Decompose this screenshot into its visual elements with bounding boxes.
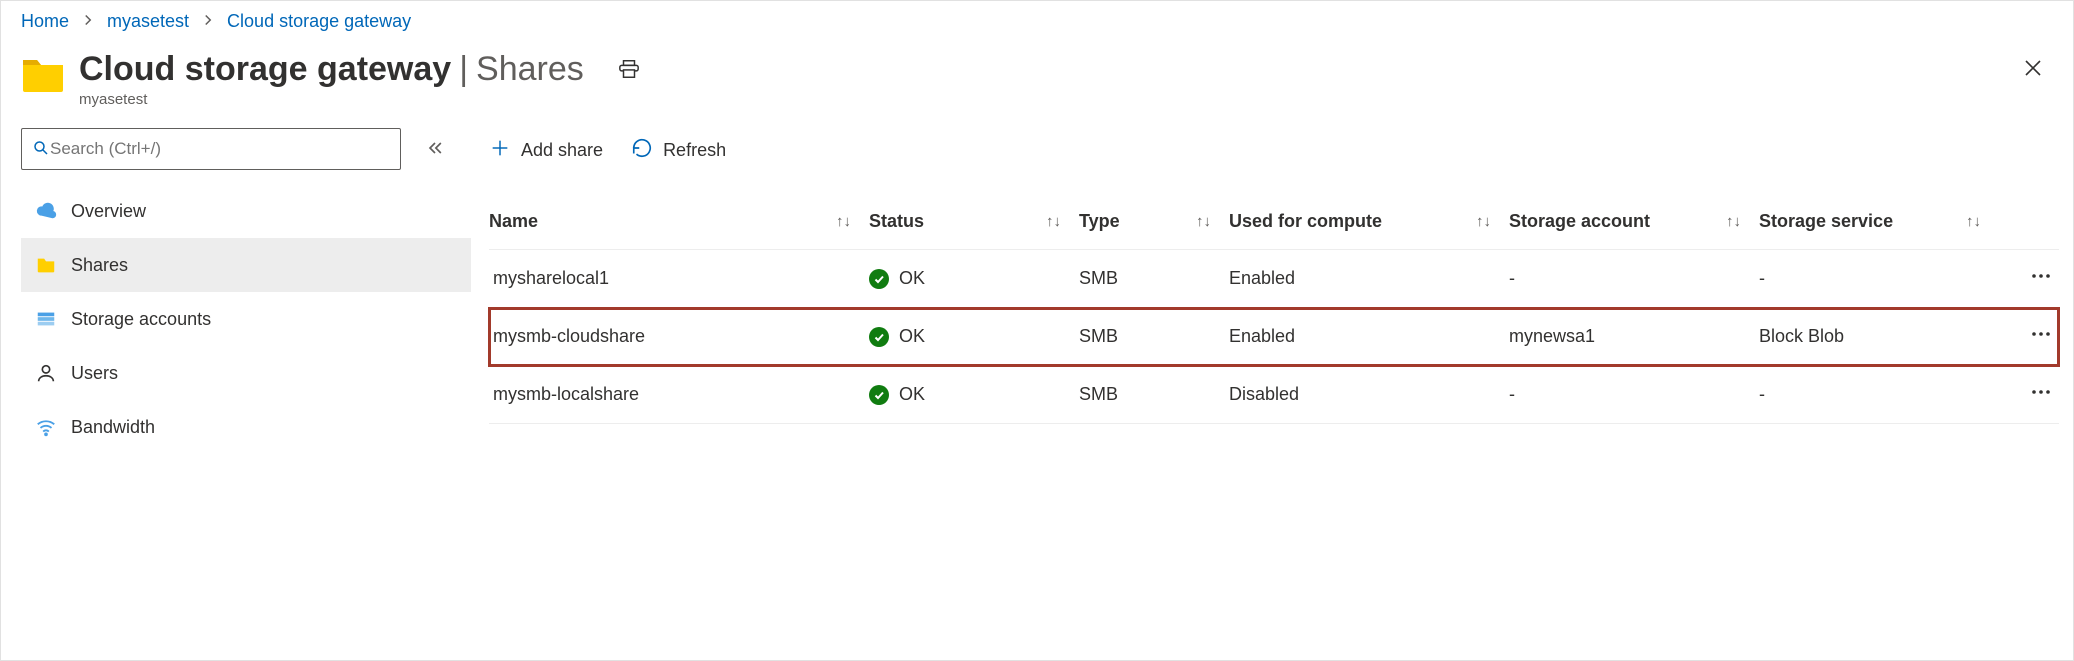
add-share-button[interactable]: Add share — [489, 137, 603, 164]
status-ok-icon — [869, 327, 889, 347]
title-separator: | — [459, 50, 468, 89]
sort-icon[interactable]: ↑↓ — [1196, 213, 1211, 230]
sidebar: Overview Shares Storage accounts — [1, 118, 471, 660]
status-ok-icon — [869, 269, 889, 289]
sort-icon[interactable]: ↑↓ — [1476, 213, 1491, 230]
cell-compute: Disabled — [1229, 384, 1509, 405]
sidebar-item-overview[interactable]: Overview — [21, 184, 471, 238]
row-more-icon[interactable] — [2029, 322, 2059, 351]
table-row[interactable]: mysharelocal1 OK SMB Enabled - - — [489, 250, 2059, 308]
refresh-label: Refresh — [663, 140, 726, 161]
cell-compute: Enabled — [1229, 326, 1509, 347]
cell-name: mysmb-localshare — [489, 384, 869, 405]
col-type[interactable]: Type ↑↓ — [1079, 211, 1229, 232]
page-header: Cloud storage gateway | Shares myasetest — [1, 38, 2073, 118]
sidebar-item-label: Users — [71, 363, 118, 384]
sidebar-item-label: Overview — [71, 201, 146, 222]
col-account[interactable]: Storage account ↑↓ — [1509, 211, 1759, 232]
cell-service: - — [1759, 268, 1999, 289]
search-input[interactable] — [50, 139, 390, 159]
user-icon — [35, 362, 57, 384]
sidebar-item-shares[interactable]: Shares — [21, 238, 471, 292]
cell-compute: Enabled — [1229, 268, 1509, 289]
page-section: Shares — [476, 50, 584, 89]
row-more-icon[interactable] — [2029, 380, 2059, 409]
cell-status: OK — [869, 268, 1079, 289]
breadcrumb: Home myasetest Cloud storage gateway — [1, 1, 2073, 38]
chevron-right-icon — [199, 11, 217, 32]
sort-icon[interactable]: ↑↓ — [1726, 213, 1741, 230]
toolbar: Add share Refresh — [489, 124, 2059, 176]
sidebar-item-storage-accounts[interactable]: Storage accounts — [21, 292, 471, 346]
sidebar-item-bandwidth[interactable]: Bandwidth — [21, 400, 471, 454]
col-service[interactable]: Storage service ↑↓ — [1759, 211, 1999, 232]
cell-service: - — [1759, 384, 1999, 405]
sidebar-item-label: Shares — [71, 255, 128, 276]
add-share-label: Add share — [521, 140, 603, 161]
row-more-icon[interactable] — [2029, 264, 2059, 293]
shares-table: Name ↑↓ Status ↑↓ Type ↑↓ Used for compu… — [489, 194, 2059, 424]
sort-icon[interactable]: ↑↓ — [1966, 213, 1981, 230]
cell-type: SMB — [1079, 384, 1229, 405]
cell-service: Block Blob — [1759, 326, 1999, 347]
col-name[interactable]: Name ↑↓ — [489, 211, 869, 232]
chevron-right-icon — [79, 11, 97, 32]
sidebar-item-label: Bandwidth — [71, 417, 155, 438]
search-input-wrapper[interactable] — [21, 128, 401, 170]
table-row[interactable]: mysmb-cloudshare OK SMB Enabled mynewsa1… — [489, 308, 2059, 366]
cell-account: - — [1509, 384, 1759, 405]
cell-type: SMB — [1079, 268, 1229, 289]
collapse-sidebar-icon[interactable] — [425, 138, 445, 161]
cloud-icon — [35, 200, 57, 222]
table-row[interactable]: mysmb-localshare OK SMB Disabled - - — [489, 366, 2059, 424]
col-status[interactable]: Status ↑↓ — [869, 211, 1079, 232]
storage-icon — [35, 308, 57, 330]
page-subtitle: myasetest — [79, 91, 640, 108]
folder-icon — [21, 54, 65, 92]
plus-icon — [489, 137, 511, 164]
search-icon — [32, 139, 50, 160]
cell-account: - — [1509, 268, 1759, 289]
print-icon[interactable] — [618, 58, 640, 83]
breadcrumb-home[interactable]: Home — [21, 11, 69, 32]
cell-status: OK — [869, 384, 1079, 405]
main-content: Add share Refresh Name ↑↓ Status — [471, 118, 2074, 660]
col-compute[interactable]: Used for compute ↑↓ — [1229, 211, 1509, 232]
cell-name: mysmb-cloudshare — [489, 326, 869, 347]
refresh-button[interactable]: Refresh — [631, 137, 726, 164]
refresh-icon — [631, 137, 653, 164]
sidebar-item-users[interactable]: Users — [21, 346, 471, 400]
close-icon[interactable] — [2021, 56, 2045, 83]
cell-account: mynewsa1 — [1509, 326, 1759, 347]
wifi-icon — [35, 416, 57, 438]
breadcrumb-feature[interactable]: Cloud storage gateway — [227, 11, 411, 32]
breadcrumb-resource[interactable]: myasetest — [107, 11, 189, 32]
cell-status: OK — [869, 326, 1079, 347]
folder-icon — [35, 254, 57, 276]
table-header: Name ↑↓ Status ↑↓ Type ↑↓ Used for compu… — [489, 194, 2059, 250]
cell-type: SMB — [1079, 326, 1229, 347]
status-ok-icon — [869, 385, 889, 405]
cell-name: mysharelocal1 — [489, 268, 869, 289]
sort-icon[interactable]: ↑↓ — [1046, 213, 1061, 230]
sidebar-item-label: Storage accounts — [71, 309, 211, 330]
sort-icon[interactable]: ↑↓ — [836, 213, 851, 230]
page-title: Cloud storage gateway — [79, 50, 451, 89]
